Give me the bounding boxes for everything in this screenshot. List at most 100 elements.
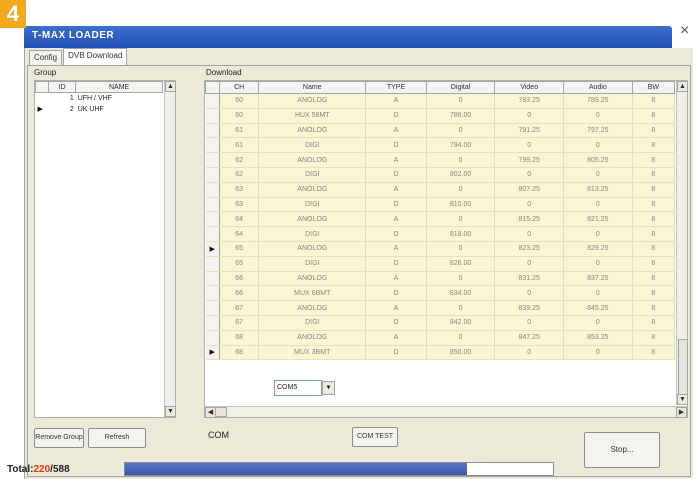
cell-bw: 8 [632, 271, 676, 287]
refresh-button[interactable]: Refresh [88, 428, 146, 448]
table-row[interactable]: ▶ 65 ANOLOG A 0 823.25 829.25 8 [205, 241, 676, 257]
cell-type: A [365, 182, 427, 198]
row-selector[interactable] [205, 152, 220, 168]
row-selector[interactable] [205, 108, 220, 124]
cell-name: ANOLOG [258, 152, 367, 168]
com-port-select[interactable]: COM5 [274, 380, 322, 396]
stop-button[interactable]: Stop... [584, 432, 660, 468]
app-window: Config DVB Download Group ID NAME 1 UFH … [24, 48, 693, 479]
row-selector[interactable] [205, 330, 220, 346]
col-name[interactable]: Name [258, 81, 367, 94]
dvb-download-panel: Group ID NAME 1 UFH / VHF ▶ 2 UK UHF ▲ ▼… [27, 65, 691, 477]
cell-ch: 68 [219, 330, 260, 346]
cell-ch: 63 [219, 182, 260, 198]
group-row[interactable]: ▶ 2 UK UHF [36, 104, 163, 115]
cell-bw: 8 [632, 211, 676, 228]
cell-name: DIGI [258, 256, 367, 272]
row-selector[interactable] [205, 211, 220, 228]
cell-ch: 60 [219, 93, 260, 109]
col-ch[interactable]: CH [218, 81, 260, 94]
table-row[interactable]: 60 HUX 58MT D 786.00 0 0 8 [205, 108, 676, 124]
cell-audio: 0 [563, 345, 633, 361]
cell-digital: 810.00 [426, 197, 496, 213]
scroll-thumb[interactable] [678, 339, 688, 395]
col-type[interactable]: TYPE [365, 81, 427, 94]
scroll-up-icon[interactable]: ▲ [165, 81, 176, 92]
remove-group-button[interactable]: Remove Group [34, 428, 84, 448]
row-selector[interactable]: ▶ [205, 345, 220, 361]
cell-bw: 8 [632, 152, 676, 168]
table-row[interactable]: 67 DIGI D 842.00 0 0 8 [205, 315, 676, 331]
cell-bw: 8 [632, 197, 676, 213]
tab-strip: Config DVB Download [29, 48, 128, 66]
group-col-name[interactable]: NAME [75, 81, 163, 93]
cell-type: A [365, 300, 427, 316]
title-bar[interactable]: T-MAX LOADER [24, 26, 672, 48]
tab-dvb-download[interactable]: DVB Download [63, 48, 128, 66]
download-vscrollbar[interactable]: ▲ ▼ [676, 81, 688, 405]
row-selector[interactable]: ▶ [205, 241, 220, 257]
row-selector[interactable] [205, 182, 220, 198]
close-icon[interactable]: × [680, 22, 689, 40]
table-row[interactable]: 66 MUX 6BMT D 834.00 0 0 8 [205, 285, 676, 302]
row-selector[interactable] [205, 226, 220, 242]
cell-digital: 0 [426, 271, 496, 287]
table-row[interactable]: 63 DIGI D 810.00 0 0 8 [205, 197, 676, 213]
row-selector[interactable] [205, 93, 220, 109]
table-row[interactable]: 65 DIGI D 826.00 0 0 8 [205, 256, 676, 272]
hscroll-thumb[interactable] [215, 407, 227, 417]
group-row[interactable]: 1 UFH / VHF [36, 93, 163, 104]
row-selector[interactable] [205, 167, 220, 183]
download-hscrollbar[interactable]: ◀ ▶ [205, 406, 687, 418]
cell-bw: 8 [632, 345, 676, 361]
cell-name: ANOLOG [258, 300, 367, 316]
scroll-down-icon[interactable]: ▼ [165, 406, 176, 417]
row-selector[interactable] [205, 137, 220, 154]
row-selector[interactable] [205, 256, 220, 272]
col-digital[interactable]: Digital [425, 81, 496, 94]
group-col-id[interactable]: ID [47, 81, 77, 93]
scroll-down-icon[interactable]: ▼ [677, 394, 688, 405]
cell-audio: 821.25 [563, 211, 633, 228]
group-scrollbar[interactable]: ▲ ▼ [164, 81, 176, 417]
table-row[interactable]: 64 ANOLOG A 0 815.25 821.25 8 [205, 211, 676, 228]
cell-digital: 0 [426, 123, 496, 139]
cell-name: ANOLOG [258, 211, 367, 228]
table-row[interactable]: 61 DIGI D 794.00 0 0 8 [205, 137, 676, 154]
table-row[interactable]: 64 DIGI D 818.00 0 0 8 [205, 226, 676, 242]
cell-ch: 62 [219, 152, 260, 168]
progress-fill [125, 463, 468, 475]
chevron-down-icon[interactable]: ▼ [322, 381, 335, 395]
cell-name: MUX 3BMT [258, 345, 367, 361]
row-selector[interactable] [205, 123, 220, 139]
table-row[interactable]: 67 ANOLOG A 0 839.25 845.25 8 [205, 300, 676, 316]
cell-audio: 0 [563, 315, 633, 331]
tab-config[interactable]: Config [29, 50, 63, 66]
table-row[interactable]: 63 ANOLOG A 0 807.25 813.25 8 [205, 182, 676, 198]
row-selector[interactable] [205, 300, 220, 316]
table-row[interactable]: 66 ANOLOG A 0 831.25 837.25 8 [205, 271, 676, 287]
cell-type: A [365, 241, 427, 257]
col-audio[interactable]: Audio [563, 81, 633, 94]
cell-bw: 8 [632, 300, 676, 316]
cell-name: ANOLOG [258, 123, 367, 139]
cell-digital: 794.00 [426, 137, 496, 154]
scroll-right-icon[interactable]: ▶ [676, 407, 687, 418]
cell-ch: 66 [219, 271, 260, 287]
table-row[interactable]: 62 DIGI D 802.00 0 0 8 [205, 167, 676, 183]
table-row[interactable]: 62 ANOLOG A 0 799.25 805.25 8 [205, 152, 676, 168]
row-selector[interactable] [205, 197, 220, 213]
table-row[interactable]: 61 ANOLOG A 0 791.25 797.25 8 [205, 123, 676, 139]
row-selector[interactable] [205, 271, 220, 287]
row-selector[interactable] [205, 315, 220, 331]
row-selector[interactable] [205, 285, 220, 302]
cell-name: ANOLOG [258, 93, 367, 109]
cell-name: ANOLOG [258, 271, 367, 287]
scroll-up-icon[interactable]: ▲ [677, 81, 688, 92]
table-row[interactable]: 60 ANOLOG A 0 783.25 789.25 8 [205, 93, 676, 109]
com-test-button[interactable]: COM TEST [352, 427, 398, 447]
table-row[interactable]: 68 ANOLOG A 0 847.25 853.25 8 [205, 330, 676, 346]
col-video[interactable]: Video [494, 81, 565, 94]
table-row[interactable]: ▶ 68 MUX 3BMT D 850.00 0 0 8 [205, 345, 676, 361]
col-bw[interactable]: BW [631, 81, 676, 94]
